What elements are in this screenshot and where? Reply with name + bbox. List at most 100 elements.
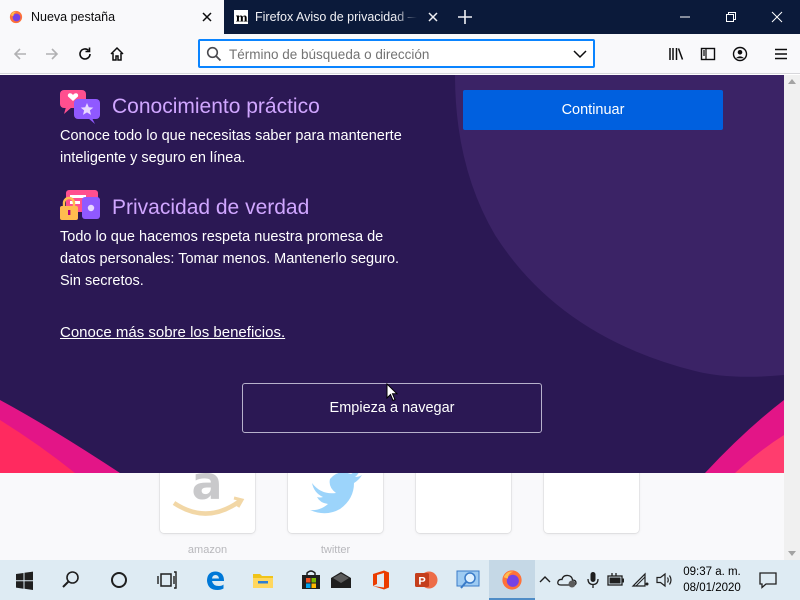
clock-date: 08/01/2020 (683, 582, 741, 594)
minimize-icon (680, 16, 690, 18)
notification-icon (759, 572, 777, 589)
top-site-label: twitter (320, 544, 351, 556)
text-line: inteligente y seguro en línea. (60, 150, 246, 166)
library-icon (669, 48, 684, 60)
scroll-down-arrow[interactable] (788, 551, 796, 556)
svg-text:P: P (418, 576, 425, 588)
edge-taskbar-button[interactable] (192, 560, 238, 600)
magnifier-icon (456, 570, 480, 589)
file-explorer-icon (253, 574, 273, 588)
close-icon (771, 11, 783, 23)
tab-strip: Nueva pestaña m Firefox Aviso de privaci… (0, 0, 800, 34)
feature-description: Todo lo que hacemos respeta nuestra prom… (60, 226, 399, 292)
back-button[interactable] (6, 40, 34, 68)
back-icon (13, 48, 26, 60)
reload-button[interactable] (71, 40, 99, 68)
task-view-icon (157, 571, 177, 589)
account-icon (732, 46, 748, 62)
search-icon (206, 46, 222, 62)
minimize-button[interactable] (662, 0, 708, 34)
mouse-cursor-icon (386, 383, 398, 402)
new-tab-button[interactable] (451, 4, 479, 30)
sidebar-button[interactable] (694, 40, 722, 68)
url-bar[interactable] (198, 39, 595, 68)
system-clock[interactable]: 09:37 a. m. 08/01/2020 (676, 564, 748, 596)
page-content: a amazon twitter Conocimiento práctico C… (0, 75, 784, 560)
close-tab-icon[interactable] (425, 9, 441, 25)
feature-description: Conoce todo lo que necesitas saber para … (60, 125, 402, 169)
firefox-icon (9, 10, 23, 24)
menu-icon (775, 48, 787, 60)
battery-icon (607, 573, 624, 586)
account-button[interactable] (726, 40, 754, 68)
volume-icon (656, 572, 672, 588)
tab-title: Firefox Aviso de privacidad — Mozilla (255, 10, 417, 24)
continue-button[interactable]: Continuar (463, 90, 723, 130)
volume-tray-button[interactable] (654, 560, 676, 600)
cortana-icon (111, 572, 127, 588)
mozilla-m-icon: m (234, 10, 248, 24)
cortana-button[interactable] (96, 560, 142, 600)
search-icon (62, 571, 79, 588)
onboarding-panel: Conocimiento práctico Conoce todo lo que… (0, 75, 784, 473)
library-button[interactable] (662, 40, 690, 68)
firefox-icon (502, 570, 522, 590)
reload-icon (79, 47, 91, 60)
taskbar-search-button[interactable] (48, 560, 94, 600)
forward-button[interactable] (38, 40, 66, 68)
clock-time: 09:37 a. m. (683, 566, 741, 578)
menu-button[interactable] (767, 40, 795, 68)
office-icon (373, 570, 389, 590)
feature-title: Privacidad de verdad (112, 196, 310, 219)
file-explorer-taskbar-button[interactable] (240, 560, 286, 600)
url-input[interactable] (229, 44, 559, 64)
windows-start-icon (16, 571, 33, 590)
sidebar-icon (700, 47, 716, 61)
magnifier-taskbar-button[interactable] (444, 560, 490, 600)
tab-title: Nueva pestaña (31, 10, 116, 24)
microphone-icon (587, 572, 599, 588)
wifi-icon (631, 572, 649, 587)
text-line: Todo lo que hacemos respeta nuestra prom… (60, 229, 384, 245)
tab-privacy-notice[interactable]: m Firefox Aviso de privacidad — Mozilla (224, 0, 450, 34)
show-hidden-icons-button[interactable] (536, 560, 554, 600)
feature-title: Conocimiento práctico (112, 95, 320, 118)
battery-tray-button[interactable] (605, 560, 627, 600)
privacy-lock-icon (60, 190, 100, 220)
navigation-toolbar (0, 34, 800, 74)
learn-more-link[interactable]: Conoce más sobre los beneficios. (60, 324, 285, 341)
scroll-up-arrow[interactable] (788, 79, 796, 84)
firefox-taskbar-button[interactable] (489, 560, 535, 600)
action-center-button[interactable] (757, 560, 779, 600)
text-line: datos personales: Tomar menos. Mantenerl… (60, 251, 400, 267)
windows-taskbar: P 09:37 a. m. 08/01/2020 (0, 560, 800, 600)
home-button[interactable] (103, 40, 131, 68)
svg-text:m: m (236, 10, 248, 24)
mail-icon (331, 572, 351, 588)
text-line: Sin secretos. (60, 273, 144, 289)
edge-icon (207, 571, 224, 590)
top-site-label: amazon (187, 544, 228, 556)
chevron-down-icon[interactable] (573, 48, 587, 60)
restore-button[interactable] (708, 0, 754, 34)
chat-bubbles-icon (60, 90, 100, 124)
powerpoint-taskbar-button[interactable]: P (402, 560, 448, 600)
start-button[interactable] (0, 560, 46, 600)
restore-icon (726, 12, 736, 22)
onedrive-icon (557, 574, 577, 588)
vertical-scrollbar[interactable] (784, 75, 800, 560)
office-taskbar-button[interactable] (358, 560, 404, 600)
microphone-tray-button[interactable] (584, 560, 602, 600)
network-tray-button[interactable] (630, 560, 652, 600)
plus-icon (458, 10, 472, 24)
forward-icon (46, 48, 59, 60)
tab-new-tab[interactable]: Nueva pestaña (0, 0, 224, 34)
close-window-button[interactable] (754, 0, 800, 34)
onedrive-tray-button[interactable] (556, 560, 580, 600)
chevron-up-icon (539, 576, 551, 583)
powerpoint-icon: P (415, 571, 438, 589)
text-line: Conoce todo lo que necesitas saber para … (60, 128, 402, 144)
close-tab-icon[interactable] (199, 9, 215, 25)
home-icon (110, 46, 124, 61)
task-view-button[interactable] (144, 560, 190, 600)
